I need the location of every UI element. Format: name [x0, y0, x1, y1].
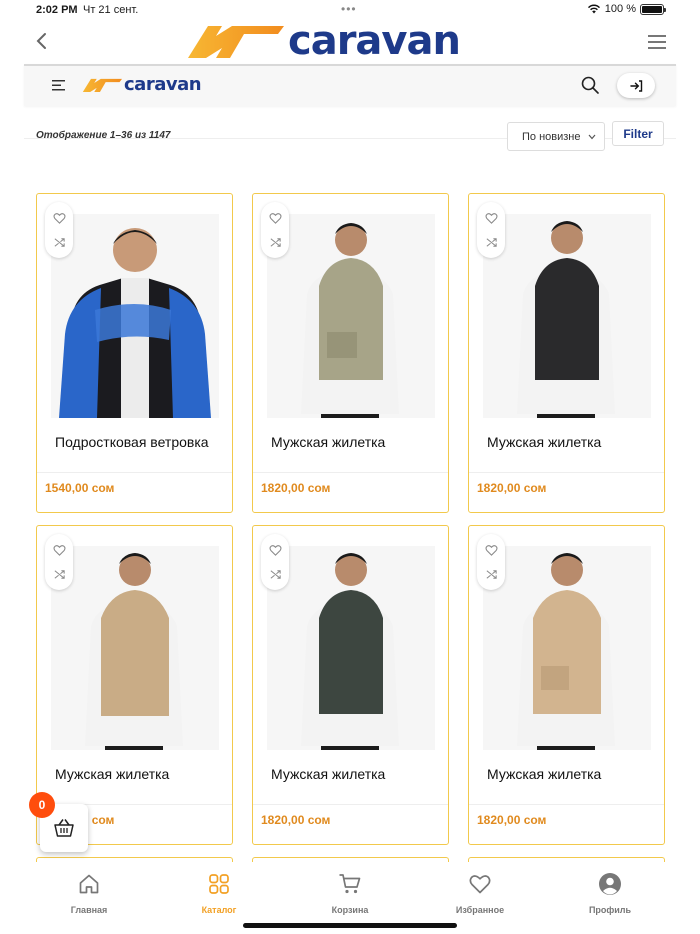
- result-count: Отображение 1–36 из 1147: [36, 130, 171, 141]
- nav-label: Главная: [70, 905, 108, 915]
- cart-count-badge: 0: [29, 792, 55, 818]
- product-name[interactable]: Подростковая ветровка: [55, 434, 209, 450]
- card-actions: [477, 534, 505, 590]
- card-actions: [261, 202, 289, 258]
- wifi-icon: [587, 4, 600, 14]
- nav-item-favorites[interactable]: Избранное: [430, 872, 530, 918]
- card-divider: [469, 804, 664, 805]
- product-image[interactable]: [483, 546, 651, 750]
- sign-in-icon: [629, 79, 642, 92]
- product-card[interactable]: Мужская жилетка 1820,00 сом: [468, 525, 665, 845]
- brand-logo-large: caravan: [186, 18, 461, 64]
- back-chevron-icon[interactable]: [34, 32, 50, 50]
- card-divider: [469, 472, 664, 473]
- home-indicator: [243, 923, 457, 928]
- wishlist-heart-icon[interactable]: [53, 544, 66, 557]
- card-divider: [253, 804, 448, 805]
- battery-icon: [640, 3, 666, 15]
- chevron-down-icon: [588, 134, 596, 140]
- product-name[interactable]: Мужская жилетка: [487, 434, 601, 450]
- product-image[interactable]: [267, 546, 435, 750]
- brand-logo-small[interactable]: caravan: [82, 74, 202, 95]
- product-price: 1820,00 сом: [477, 813, 547, 827]
- status-bar: 2:02 PM Чт 21 сент. ••• 100 %: [0, 0, 700, 20]
- product-image[interactable]: [51, 546, 219, 750]
- basket-icon: [54, 819, 74, 837]
- product-price: 1820,00 сом: [477, 481, 547, 495]
- product-price: 1820,00 сом: [261, 813, 331, 827]
- sort-selected-value: По новизне: [522, 130, 581, 143]
- brand-name-small: caravan: [124, 74, 202, 95]
- wishlist-heart-icon[interactable]: [485, 544, 498, 557]
- home-icon: [79, 874, 99, 894]
- nav-item-catalog[interactable]: Каталог: [169, 872, 269, 918]
- nav-item-cart[interactable]: Корзина: [300, 872, 400, 918]
- status-indicators: 100 %: [587, 3, 666, 15]
- card-actions: [45, 202, 73, 258]
- status-time: 2:02 PM: [36, 4, 78, 16]
- product-image[interactable]: [483, 214, 651, 418]
- product-name[interactable]: Мужская жилетка: [487, 766, 601, 782]
- heart-icon: [469, 875, 491, 894]
- card-divider: [37, 472, 232, 473]
- search-icon[interactable]: [581, 76, 599, 94]
- site-header: caravan: [24, 64, 676, 106]
- compare-shuffle-icon[interactable]: [485, 236, 498, 249]
- card-actions: [261, 534, 289, 590]
- product-card[interactable]: Мужская жилетка 1820,00 сом: [468, 193, 665, 513]
- grid-icon: [209, 874, 229, 894]
- product-price: 1820,00 сом: [261, 481, 331, 495]
- brand-name-large: caravan: [288, 18, 461, 64]
- compare-shuffle-icon[interactable]: [269, 568, 282, 581]
- nav-label: Профиль: [588, 905, 632, 915]
- login-button[interactable]: [617, 73, 655, 98]
- compare-shuffle-icon[interactable]: [53, 568, 66, 581]
- compare-shuffle-icon[interactable]: [53, 236, 66, 249]
- nav-label: Корзина: [331, 905, 369, 915]
- product-image[interactable]: [267, 214, 435, 418]
- brand-mark-icon: [188, 26, 284, 58]
- product-name[interactable]: Мужская жилетка: [55, 766, 169, 782]
- menu-icon[interactable]: [52, 80, 65, 91]
- compare-shuffle-icon[interactable]: [485, 568, 498, 581]
- filter-button[interactable]: Filter: [612, 121, 664, 146]
- battery-percent: 100 %: [604, 3, 636, 15]
- hamburger-menu-icon[interactable]: [648, 35, 666, 49]
- card-actions: [45, 534, 73, 590]
- product-image[interactable]: [51, 214, 219, 418]
- card-actions: [477, 202, 505, 258]
- product-card[interactable]: Мужская жилетка 1820,00 сом: [252, 525, 449, 845]
- product-card[interactable]: Подростковая ветровка 1540,00 сом: [36, 193, 233, 513]
- nav-label: Избранное: [455, 905, 505, 915]
- user-icon: [599, 873, 621, 895]
- product-card[interactable]: Мужская жилетка 1820,00 сом: [36, 525, 233, 845]
- card-divider: [253, 472, 448, 473]
- brand-mark-small-icon: [82, 78, 122, 92]
- nav-label: Каталог: [201, 905, 237, 915]
- wishlist-heart-icon[interactable]: [269, 212, 282, 225]
- wishlist-heart-icon[interactable]: [53, 212, 66, 225]
- product-name[interactable]: Мужская жилетка: [271, 766, 385, 782]
- wishlist-heart-icon[interactable]: [269, 544, 282, 557]
- product-price: 1540,00 сом: [45, 481, 115, 495]
- compare-shuffle-icon[interactable]: [269, 236, 282, 249]
- nav-item-home[interactable]: Главная: [39, 872, 139, 918]
- sort-select[interactable]: По новизне: [507, 122, 605, 151]
- status-date: Чт 21 сент.: [83, 4, 139, 16]
- product-card[interactable]: Мужская жилетка 1820,00 сом: [252, 193, 449, 513]
- app-header: caravan: [0, 18, 700, 64]
- cart-icon: [339, 874, 361, 894]
- nav-item-profile[interactable]: Профиль: [560, 872, 660, 918]
- product-name[interactable]: Мужская жилетка: [271, 434, 385, 450]
- multitask-dots-icon[interactable]: •••: [341, 2, 357, 16]
- wishlist-heart-icon[interactable]: [485, 212, 498, 225]
